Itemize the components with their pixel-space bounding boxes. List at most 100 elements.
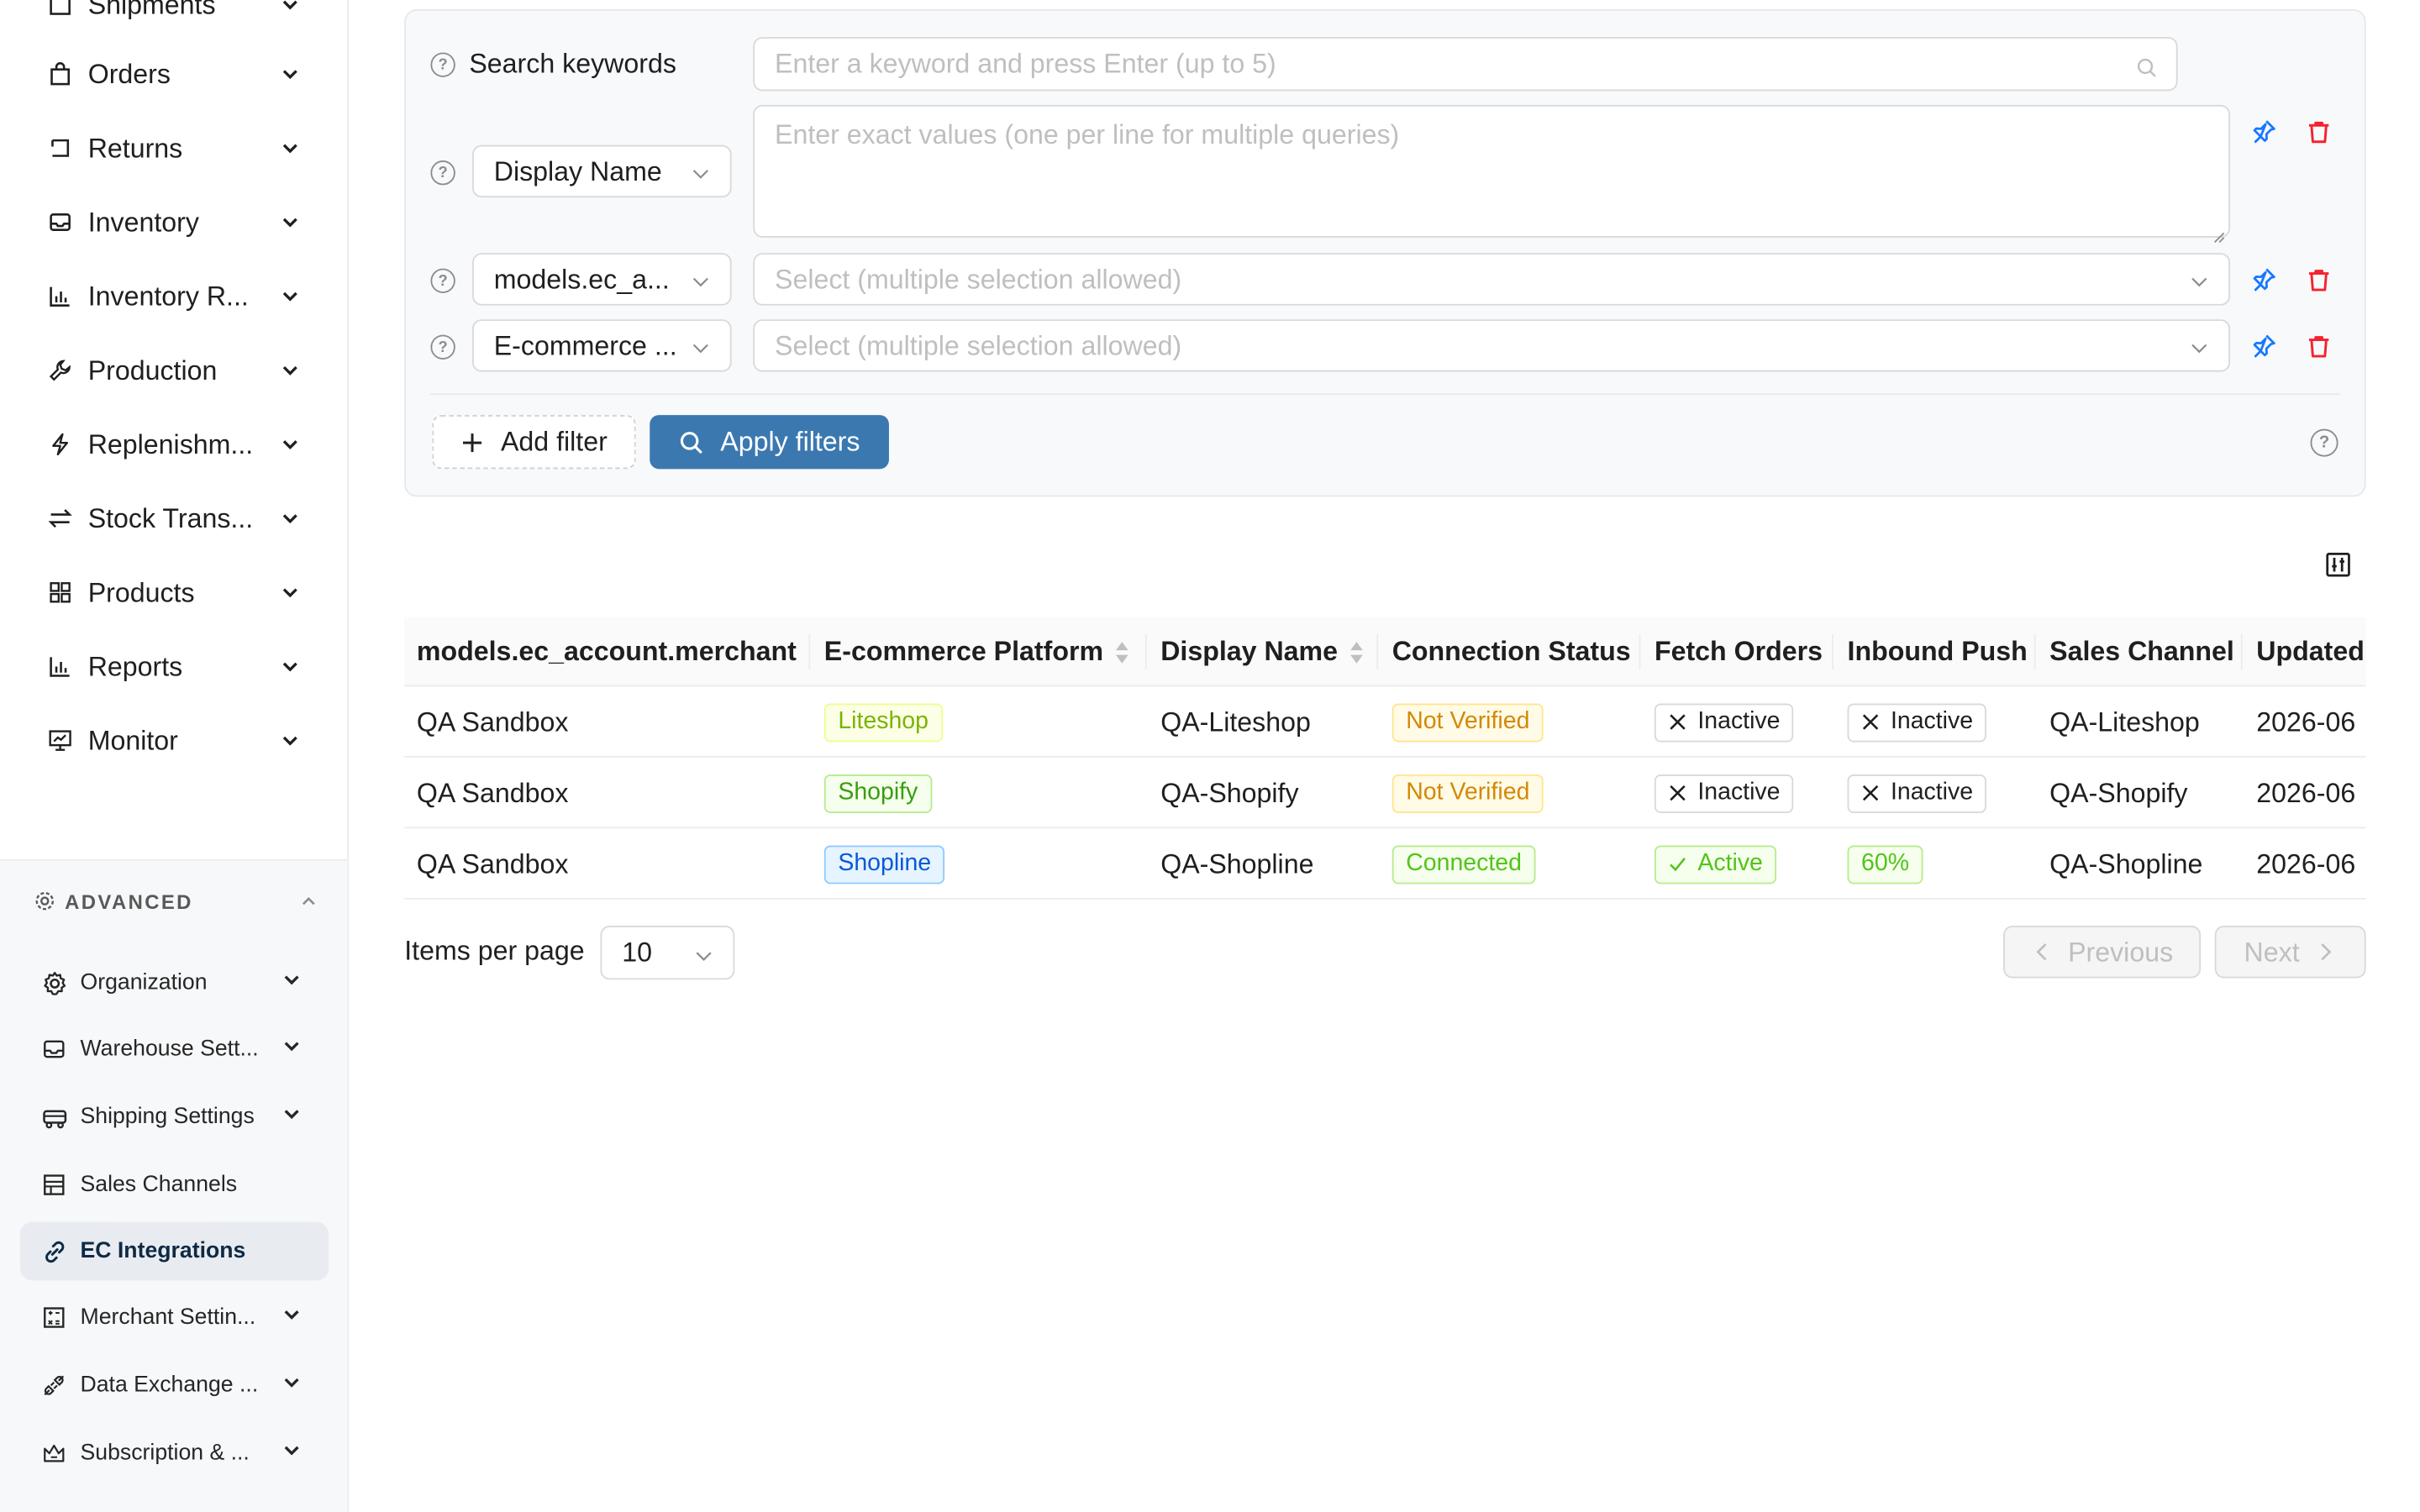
inbound-push-tag: 60% bbox=[1847, 844, 1923, 884]
chevron-down-icon bbox=[279, 0, 301, 15]
column-header-platform[interactable]: E-commerce Platform bbox=[824, 617, 1131, 687]
sidebar-item-stock-transfers[interactable]: Stock Trans... bbox=[46, 500, 301, 537]
resize-handle-icon[interactable] bbox=[2212, 219, 2226, 244]
search-icon bbox=[679, 430, 703, 454]
inbound-push-tag: Inactive bbox=[1847, 702, 1987, 742]
box-icon bbox=[46, 0, 74, 18]
chevron-down-icon bbox=[279, 730, 301, 752]
merchant-field-select[interactable]: models.ec_a... bbox=[472, 253, 732, 306]
help-icon[interactable]: ? bbox=[2310, 428, 2338, 457]
inbound-push-label: Inactive bbox=[1890, 708, 1974, 735]
next-page-button[interactable]: Next bbox=[2214, 926, 2366, 979]
link-icon bbox=[40, 1237, 68, 1265]
sidebar-item-returns[interactable]: Returns bbox=[46, 129, 301, 166]
sidebar-item-inventory-reports[interactable]: Inventory R... bbox=[46, 278, 301, 315]
display-name-textarea[interactable]: Enter exact values (one per line for mul… bbox=[753, 104, 2231, 244]
search-keywords-placeholder: Enter a keyword and press Enter (up to 5… bbox=[775, 47, 1276, 79]
sidebar-item-warehouse-settings[interactable]: Warehouse Sett... bbox=[40, 1032, 302, 1066]
table-row[interactable]: QA Sandbox Shopify QA-Shopify Not Verifi… bbox=[404, 758, 2366, 829]
sidebar-item-production[interactable]: Production bbox=[46, 352, 301, 389]
sidebar-item-label: Products bbox=[87, 576, 195, 607]
pin-filter-button[interactable] bbox=[2249, 330, 2280, 361]
pin-filter-button[interactable] bbox=[2249, 264, 2280, 295]
column-settings-button[interactable] bbox=[2323, 549, 2354, 580]
sidebar-item-organization[interactable]: Organization bbox=[40, 966, 302, 1000]
delete-filter-button[interactable] bbox=[2302, 116, 2333, 147]
sidebar-item-label: Data Exchange ... bbox=[80, 1373, 259, 1399]
display-name-field-select[interactable]: Display Name bbox=[472, 144, 732, 198]
add-filter-button[interactable]: Add filter bbox=[432, 415, 636, 470]
chevron-down-icon bbox=[279, 656, 301, 678]
page-size-select[interactable]: 10 bbox=[600, 926, 735, 980]
column-header-sales-channel: Sales Channel bbox=[2049, 635, 2234, 667]
sidebar-item-subscription[interactable]: Subscription & ... bbox=[40, 1436, 302, 1470]
chevron-down-icon bbox=[279, 212, 301, 234]
fetch-orders-tag: Active bbox=[1654, 844, 1777, 884]
trash-icon bbox=[2305, 118, 2331, 144]
sidebar-item-shipments[interactable]: Shipments bbox=[46, 0, 301, 24]
plus-icon bbox=[460, 430, 485, 454]
chevron-down-icon bbox=[2188, 335, 2210, 357]
previous-page-button[interactable]: Previous bbox=[2003, 926, 2202, 979]
sidebar-item-inventory[interactable]: Inventory bbox=[46, 203, 301, 240]
table-row[interactable]: QA Sandbox Liteshop QA-Liteshop Not Veri… bbox=[404, 686, 2366, 758]
cell-merchant: QA Sandbox bbox=[416, 776, 569, 808]
pin-filter-button[interactable] bbox=[2249, 116, 2280, 147]
sidebar-item-monitor[interactable]: Monitor bbox=[46, 722, 301, 759]
close-icon bbox=[1861, 784, 1880, 802]
help-icon[interactable]: ? bbox=[430, 334, 455, 360]
help-icon[interactable]: ? bbox=[430, 268, 455, 293]
sidebar-item-label: Inventory R... bbox=[87, 280, 249, 312]
sidebar-item-merchant-settings[interactable]: Merchant Settin... bbox=[40, 1300, 302, 1334]
api-icon bbox=[40, 1372, 68, 1399]
sidebar-item-label: Production bbox=[87, 354, 218, 386]
check-icon bbox=[1668, 855, 1686, 874]
truck-icon bbox=[40, 1103, 68, 1131]
table-row[interactable]: QA Sandbox Shopline QA-Shopline Connecte… bbox=[404, 828, 2366, 900]
column-divider bbox=[808, 633, 811, 670]
sidebar-item-ec-integrations[interactable]: EC Integrations bbox=[40, 1234, 302, 1268]
return-icon bbox=[46, 134, 74, 162]
close-icon bbox=[1668, 784, 1686, 802]
sidebar-item-label: Shipments bbox=[87, 0, 216, 19]
cell-updated: 2026-06 bbox=[2256, 848, 2356, 879]
fetch-orders-tag: Inactive bbox=[1654, 774, 1795, 813]
sidebar-item-replenishment[interactable]: Replenishm... bbox=[46, 426, 301, 463]
bolt-icon bbox=[46, 430, 74, 458]
search-keywords-input[interactable]: Enter a keyword and press Enter (up to 5… bbox=[753, 37, 2178, 92]
sidebar-item-orders[interactable]: Orders bbox=[46, 55, 301, 92]
sidebar-item-sales-channels[interactable]: Sales Channels bbox=[40, 1168, 302, 1201]
delete-filter-button[interactable] bbox=[2302, 330, 2333, 361]
platform-multiselect[interactable]: Select (multiple selection allowed) bbox=[753, 319, 2231, 372]
sidebar-item-label: Monitor bbox=[87, 724, 178, 756]
column-header-display-name[interactable]: Display Name bbox=[1160, 617, 1365, 687]
platform-tag: Liteshop bbox=[823, 702, 943, 742]
sidebar-item-shipping-settings[interactable]: Shipping Settings bbox=[40, 1100, 302, 1134]
help-icon[interactable]: ? bbox=[430, 160, 455, 186]
platform-field-select[interactable]: E-commerce ... bbox=[472, 319, 732, 372]
advanced-section-header[interactable]: ADVANCED bbox=[34, 887, 318, 915]
column-settings-icon bbox=[2324, 551, 2352, 579]
column-divider bbox=[1376, 633, 1379, 670]
display-name-textarea-placeholder: Enter exact values (one per line for mul… bbox=[775, 118, 1400, 150]
merchant-multiselect[interactable]: Select (multiple selection allowed) bbox=[753, 253, 2231, 306]
cell-updated: 2026-06 bbox=[2256, 776, 2356, 808]
column-divider bbox=[1832, 633, 1833, 670]
sidebar-item-products[interactable]: Products bbox=[46, 574, 301, 611]
column-header-updated: Updated bbox=[2256, 635, 2365, 667]
sort-icon bbox=[1113, 638, 1131, 665]
cell-updated: 2026-06 bbox=[2256, 706, 2356, 738]
chevron-down-icon bbox=[279, 286, 301, 307]
platform-tag: Shopify bbox=[823, 774, 932, 813]
help-icon[interactable]: ? bbox=[430, 52, 455, 77]
sidebar-item-reports[interactable]: Reports bbox=[46, 648, 301, 685]
apply-filters-button[interactable]: Apply filters bbox=[650, 415, 889, 470]
sidebar-item-data-exchange[interactable]: Data Exchange ... bbox=[40, 1368, 302, 1402]
sidebar-item-label: Merchant Settin... bbox=[80, 1305, 256, 1331]
column-divider bbox=[1144, 633, 1147, 670]
page-size-value: 10 bbox=[622, 936, 652, 968]
sort-icon bbox=[1347, 638, 1365, 665]
delete-filter-button[interactable] bbox=[2302, 264, 2333, 295]
table-header: models.ec_account.merchant E-commerce Pl… bbox=[404, 617, 2366, 687]
chevron-down-icon bbox=[281, 1372, 302, 1399]
